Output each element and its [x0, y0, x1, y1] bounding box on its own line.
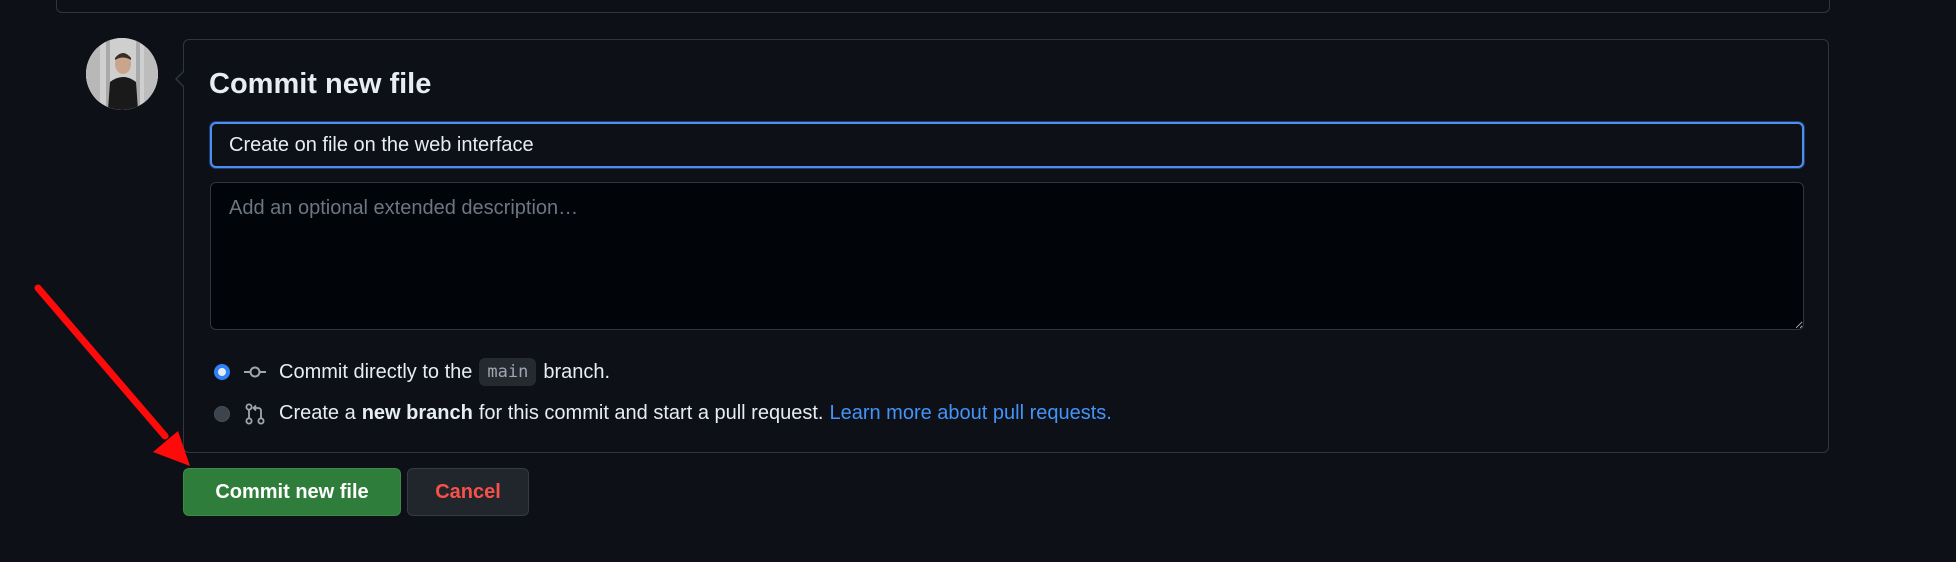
- commit-description-textarea[interactable]: [210, 182, 1804, 330]
- commit-new-file-button[interactable]: Commit new file: [183, 468, 401, 516]
- panel-caret-fill: [177, 71, 185, 87]
- commit-panel: Commit new file Commit directly to the m…: [175, 39, 1829, 453]
- commit-summary-input[interactable]: [210, 122, 1804, 168]
- cancel-button[interactable]: Cancel: [407, 468, 529, 516]
- new-branch-suffix: for this commit and start a pull request…: [478, 402, 824, 424]
- new-branch-bold: new branch: [361, 402, 473, 424]
- avatar[interactable]: [86, 38, 158, 110]
- file-editor-box-bottom: [56, 0, 1830, 13]
- branch-name: main: [479, 358, 537, 386]
- commit-direct-suffix: branch.: [543, 360, 611, 383]
- commit-title: Commit new file: [209, 68, 432, 100]
- new-branch-prefix: Create a: [279, 402, 356, 424]
- new-branch-option[interactable]: Create a new branch for this commit and …: [214, 402, 1112, 425]
- learn-more-pull-requests-link[interactable]: Learn more about pull requests.: [829, 402, 1111, 425]
- user-avatar-image: [86, 38, 158, 110]
- commit-direct-prefix: Commit directly to the: [279, 360, 473, 383]
- new-branch-radio[interactable]: [214, 405, 230, 422]
- commit-direct-option[interactable]: Commit directly to the main branch.: [214, 358, 610, 386]
- page: Commit new file Commit directly to the m…: [0, 0, 1956, 562]
- git-pull-request-icon: [244, 403, 266, 425]
- commit-direct-radio[interactable]: [214, 364, 230, 380]
- git-commit-icon: [244, 361, 266, 383]
